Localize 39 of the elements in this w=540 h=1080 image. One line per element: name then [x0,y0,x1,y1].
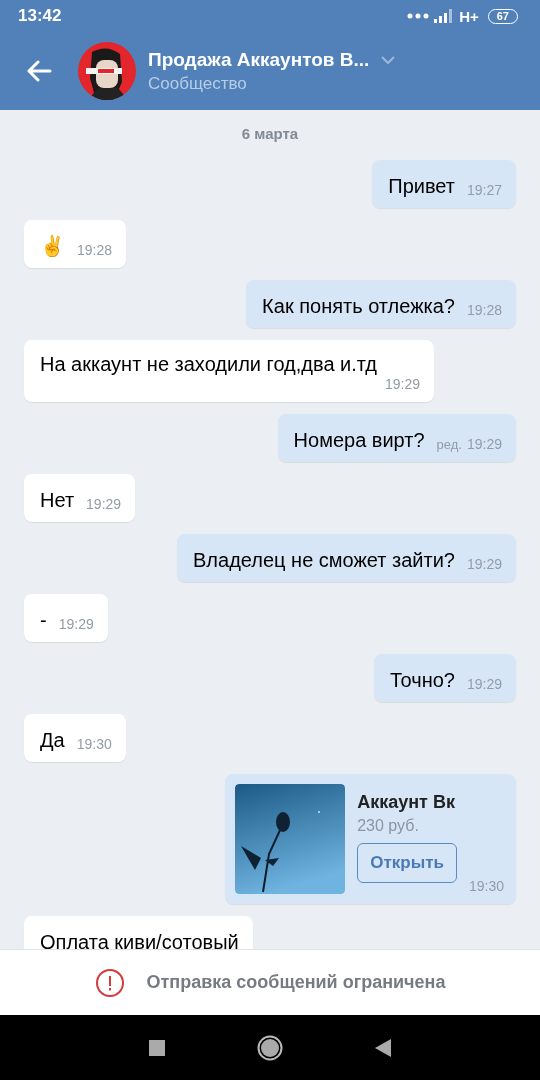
open-button[interactable]: Открыть [357,843,457,883]
message-text: - [40,608,47,632]
message-text: Номера вирт? [293,428,425,452]
message-time: 19:30 [76,736,112,752]
alert-icon [94,967,125,998]
back-icon[interactable] [26,60,52,82]
message-time: 19:29 [466,436,502,452]
message-text: На аккаунт не заходили год,два и.тд [40,352,377,376]
message-text: Нет [40,488,75,512]
dots-icon [407,13,430,19]
message-text: Оплата киви/сотовый [40,930,239,949]
message-text: Владелец не сможет зайти? [193,548,455,572]
message-text: Да [40,728,65,752]
message-time: 19:29 [466,556,502,572]
product-price: 230 руб. [357,817,420,835]
recents-icon[interactable] [149,1039,165,1056]
message-time: 19:30 [468,878,504,894]
message-text: Как понять отлежка? [262,294,455,318]
chat-title[interactable]: Продажа Аккаунтов В... [148,48,370,71]
message-time: 19:27 [466,182,502,198]
product-title: Аккаунт Вк [357,792,456,813]
chat-subtitle: Сообщество [148,73,248,94]
message-time: 19:29 [466,676,502,692]
back-nav-icon[interactable] [375,1038,391,1057]
message-time: 19:29 [384,376,420,392]
notice-text: Отправка сообщений ограничена [146,972,446,993]
date-label: 6 марта [241,125,299,142]
message-time: 19:28 [77,242,113,258]
message-text: Точно? [389,668,455,692]
edited-label: ред. [436,437,462,452]
status-time: 13:42 [18,6,62,26]
message-time: 19:28 [466,302,502,318]
message-text: ✌ [40,234,65,258]
message-text: Привет [388,174,455,198]
message-time: 19:29 [86,496,122,512]
signal-icon [434,9,455,23]
network-type: H+ [459,7,479,25]
message-time: 19:29 [58,616,94,632]
home-icon[interactable] [257,1034,283,1061]
